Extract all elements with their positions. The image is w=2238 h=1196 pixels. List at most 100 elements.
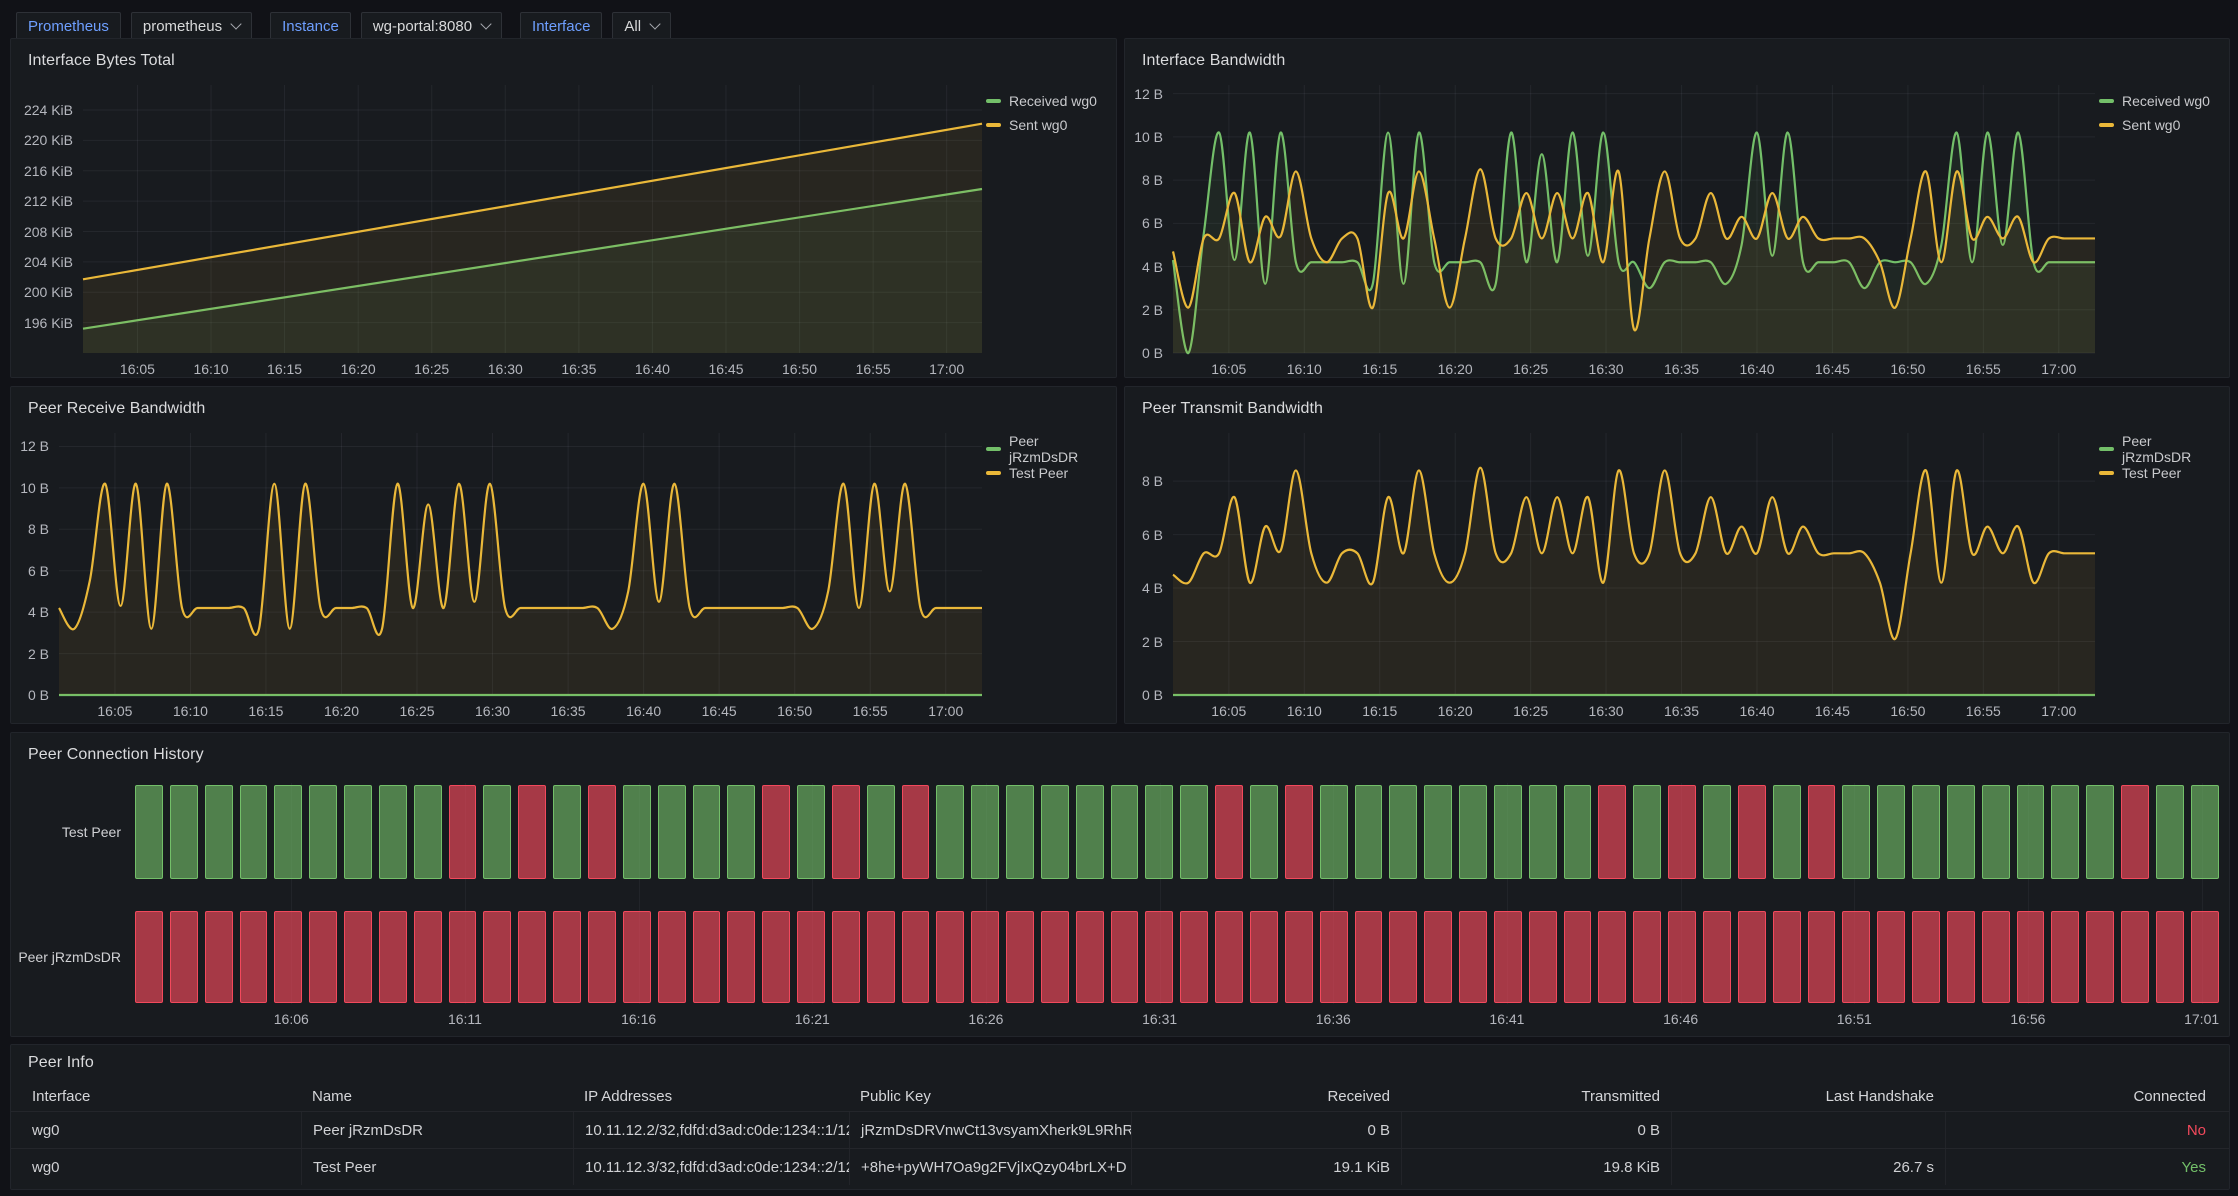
state-bar-connected: [2086, 785, 2114, 879]
state-bar-disconnected: [1076, 911, 1104, 1003]
x-axis-tick: 16:10: [1287, 703, 1322, 719]
column-header-ip-addresses[interactable]: IP Addresses: [573, 1081, 849, 1111]
state-bar-disconnected: [553, 911, 581, 1003]
x-axis-tick: 16:10: [173, 703, 208, 719]
legend-item[interactable]: Received wg0: [2099, 91, 2219, 110]
legend-label: Sent wg0: [1009, 117, 1067, 133]
state-bar-disconnected: [693, 911, 721, 1003]
state-bar-disconnected: [971, 911, 999, 1003]
state-bar-disconnected: [1389, 911, 1417, 1003]
x-axis-tick: 16:25: [1513, 703, 1548, 719]
variable-value-prometheus[interactable]: prometheus: [131, 12, 252, 40]
x-axis-tick: 16:10: [1287, 361, 1322, 377]
column-header-last-handshake[interactable]: Last Handshake: [1671, 1081, 1945, 1111]
table-cell: +8he+pyWH7Oa9g2FVjIxQzy04brLX+D: [849, 1149, 1131, 1185]
column-header-interface[interactable]: Interface: [21, 1081, 301, 1111]
state-bar-disconnected: [1668, 911, 1696, 1003]
y-axis-tick: 6 B: [1142, 215, 1163, 231]
panel-interface-bytes-total: Interface Bytes Total 224 KiB220 KiB216 …: [10, 38, 1117, 378]
legend-item[interactable]: Test Peer: [986, 463, 1106, 482]
state-bar-connected: [414, 785, 442, 879]
x-axis-tick: 16:45: [708, 361, 743, 377]
y-axis-tick: 208 KiB: [24, 224, 73, 240]
table-cell: 19.1 KiB: [1131, 1149, 1401, 1185]
column-header-public-key[interactable]: Public Key: [849, 1081, 1131, 1111]
legend-item[interactable]: Sent wg0: [2099, 115, 2219, 134]
chart-plot-area[interactable]: 12 B10 B8 B6 B4 B2 B0 B16:0516:1016:1516…: [59, 433, 982, 695]
state-bar-connected: [1145, 785, 1173, 879]
panel-title[interactable]: Interface Bytes Total: [28, 52, 175, 70]
column-header-name[interactable]: Name: [301, 1081, 573, 1111]
column-header-connected[interactable]: Connected: [1945, 1081, 2217, 1111]
variable-value-instance[interactable]: wg-portal:8080: [361, 12, 502, 40]
state-bar-connected: [1355, 785, 1383, 879]
table-cell: 0 B: [1131, 1112, 1401, 1148]
legend-swatch-icon: [986, 447, 1001, 451]
chart-canvas: [59, 433, 982, 695]
table-cell: Yes: [1945, 1149, 2217, 1185]
column-header-transmitted[interactable]: Transmitted: [1401, 1081, 1671, 1111]
panel-title[interactable]: Peer Connection History: [28, 746, 204, 764]
chevron-down-icon: [649, 18, 660, 29]
state-bar-connected: [1389, 785, 1417, 879]
legend-swatch-icon: [2099, 99, 2114, 103]
x-axis-tick: 16:40: [635, 361, 670, 377]
x-axis-tick: 16:25: [399, 703, 434, 719]
state-bar-connected: [1076, 785, 1104, 879]
table-cell: Test Peer: [301, 1149, 573, 1185]
timeline-plot-area[interactable]: 16:0616:1116:1616:2116:2616:3116:3616:41…: [135, 783, 2219, 1004]
state-bar-disconnected: [1180, 911, 1208, 1003]
y-axis-tick: 8 B: [1142, 473, 1163, 489]
chart-plot-area[interactable]: 12 B10 B8 B6 B4 B2 B0 B16:0516:1016:1516…: [1173, 85, 2095, 353]
state-bar-disconnected: [1424, 911, 1452, 1003]
x-axis-tick: 16:25: [414, 361, 449, 377]
state-bar-disconnected: [832, 785, 860, 879]
panel-title[interactable]: Peer Info: [28, 1054, 94, 1072]
state-bar-connected: [344, 785, 372, 879]
chart-plot-area[interactable]: 8 B6 B4 B2 B0 B16:0516:1016:1516:2016:25…: [1173, 433, 2095, 695]
panel-title[interactable]: Peer Receive Bandwidth: [28, 400, 205, 418]
y-axis-tick: 2 B: [28, 646, 49, 662]
legend-item[interactable]: Received wg0: [986, 91, 1106, 110]
column-header-received[interactable]: Received: [1131, 1081, 1401, 1111]
state-bar-disconnected: [1285, 911, 1313, 1003]
state-bar-connected: [2191, 785, 2219, 879]
state-bar-disconnected: [1145, 911, 1173, 1003]
state-bar-disconnected: [1773, 911, 1801, 1003]
legend-label: Received wg0: [2122, 93, 2210, 109]
state-bar-disconnected: [1215, 911, 1243, 1003]
timeline-row: Test Peer: [135, 785, 2219, 879]
x-axis-tick: 16:05: [97, 703, 132, 719]
timeline-x-tick: 16:56: [2010, 1011, 2045, 1027]
variable-prometheus: Prometheus prometheus: [16, 12, 252, 40]
x-axis-tick: 16:05: [120, 361, 155, 377]
state-bar-disconnected: [449, 785, 477, 879]
state-bar-connected: [553, 785, 581, 879]
state-bar-disconnected: [205, 911, 233, 1003]
x-axis-tick: 16:50: [777, 703, 812, 719]
legend-label: Sent wg0: [2122, 117, 2180, 133]
panel-title[interactable]: Interface Bandwidth: [1142, 52, 1285, 70]
timeline-x-tick: 16:21: [795, 1011, 830, 1027]
variable-value-interface[interactable]: All: [612, 12, 671, 40]
peer-info-table: InterfaceNameIP AddressesPublic KeyRecei…: [11, 1081, 2229, 1185]
state-bar-connected: [1982, 785, 2010, 879]
state-bar-disconnected: [1459, 911, 1487, 1003]
panel-title[interactable]: Peer Transmit Bandwidth: [1142, 400, 1323, 418]
state-bar-disconnected: [1250, 911, 1278, 1003]
state-bar-disconnected: [588, 785, 616, 879]
state-bar-connected: [971, 785, 999, 879]
state-bar-disconnected: [379, 911, 407, 1003]
legend-item[interactable]: Peer jRzmDsDR: [2099, 439, 2219, 458]
state-bar-disconnected: [1668, 785, 1696, 879]
grafana-dashboard: { "topbar": { "variables": [ {"label": "…: [0, 0, 2238, 1196]
x-axis-tick: 16:55: [1966, 703, 2001, 719]
state-bar-disconnected: [1703, 911, 1731, 1003]
chart-canvas: [83, 85, 982, 353]
legend-item[interactable]: Sent wg0: [986, 115, 1106, 134]
state-bar-disconnected: [1355, 911, 1383, 1003]
state-bar-connected: [867, 785, 895, 879]
chart-plot-area[interactable]: 224 KiB220 KiB216 KiB212 KiB208 KiB204 K…: [83, 85, 982, 353]
legend-item[interactable]: Peer jRzmDsDR: [986, 439, 1106, 458]
legend-item[interactable]: Test Peer: [2099, 463, 2219, 482]
